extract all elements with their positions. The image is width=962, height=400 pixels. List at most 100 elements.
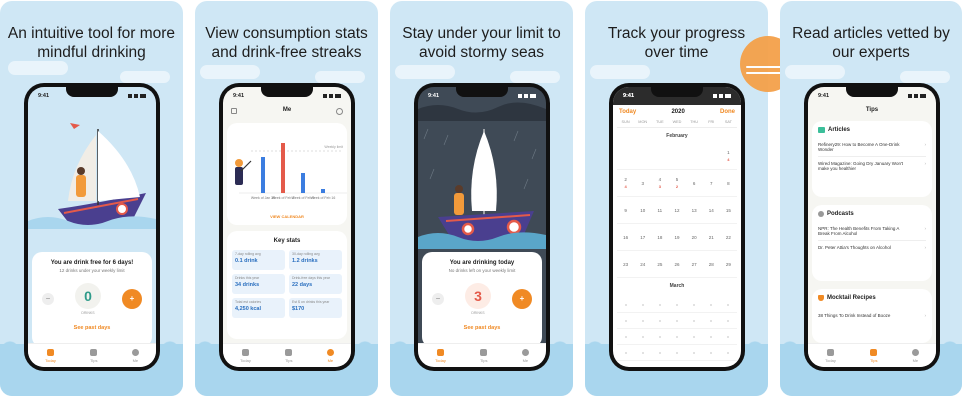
decrement-button[interactable]: − — [432, 293, 444, 305]
card-headline: View consumption stats and drink-free st… — [205, 25, 368, 61]
calendar-day[interactable]: 7 — [703, 172, 720, 194]
stats-grid: 7-day rolling avg 0.1 drink 30-day rolli… — [232, 250, 342, 318]
calendar-day-placeholder — [710, 351, 713, 354]
calendar-day[interactable]: 14 — [720, 145, 737, 167]
calendar-day[interactable]: 10 — [634, 199, 651, 221]
calendar-day-placeholder — [675, 303, 678, 306]
tab-label: Me — [522, 357, 529, 363]
day-number: 22 — [725, 234, 731, 240]
calendar-day[interactable]: 27 — [686, 253, 703, 275]
tip-list-item[interactable]: Dr. Peter Attia's Thoughts on Alcohol › — [818, 241, 926, 254]
calendar-day[interactable]: 28 — [703, 253, 720, 275]
tab-label: Tips — [285, 357, 293, 363]
calendar-day[interactable]: 19 — [668, 226, 685, 248]
tab-label: Me — [327, 357, 334, 363]
calendar-day[interactable]: 25 — [651, 253, 668, 275]
weekday-label: THU — [690, 120, 699, 124]
stat-value: $170 — [292, 306, 305, 312]
section-header: Podcasts — [818, 211, 932, 217]
today-panel: You are drinking today No drinks left on… — [422, 252, 542, 347]
calendar-day[interactable]: 13 — [686, 199, 703, 221]
done-button[interactable]: Done — [720, 109, 735, 115]
tab-tips[interactable]: Tips — [285, 348, 293, 363]
calendar-day — [686, 145, 703, 167]
tip-list-item[interactable]: Wired Magazine: Going Dry January Won't … — [818, 157, 926, 175]
today-screen: 9:41 You are drink free for 6 days! 12 d… — [28, 87, 156, 367]
calendar-day-placeholder — [658, 303, 661, 306]
cloud — [900, 71, 950, 83]
calendar-day[interactable]: 16 — [617, 226, 634, 248]
calendar-day[interactable]: 43 — [651, 172, 668, 194]
calendar-day[interactable]: 26 — [668, 253, 685, 275]
calendar-day[interactable]: 6 — [686, 172, 703, 194]
see-past-days-link[interactable]: See past days — [422, 325, 542, 331]
calendar-day[interactable]: 24 — [634, 253, 651, 275]
week-label: Week of Feb 16 — [311, 196, 336, 200]
weekday-label: FRI — [708, 120, 715, 124]
calendar-day[interactable]: 21 — [703, 226, 720, 248]
screen-title: Me — [282, 107, 292, 113]
day-number: 21 — [708, 234, 714, 240]
tab-tips[interactable]: Tips — [480, 348, 488, 363]
tab-tips[interactable]: Tips — [90, 348, 98, 363]
section-title: Mocktail Recipes — [827, 295, 876, 301]
tip-title: Wired Magazine: Going Dry January Won't … — [818, 161, 904, 171]
articles-icon — [818, 127, 825, 133]
stat-value: 4,250 kcal — [235, 306, 261, 312]
stormy-sailboat-illustration — [418, 102, 546, 249]
gear-icon[interactable] — [336, 108, 343, 115]
day-number: 4 — [658, 177, 662, 182]
tab-today[interactable]: Today — [435, 348, 446, 363]
calendar-day[interactable]: 52 — [668, 172, 685, 194]
calendar-day[interactable]: 23 — [617, 253, 634, 275]
calendar-day[interactable]: 20 — [686, 226, 703, 248]
tab-label: Me — [912, 357, 919, 363]
calendar-day-placeholder — [624, 351, 627, 354]
tab-today[interactable]: Today — [240, 348, 251, 363]
book-icon — [480, 348, 488, 356]
calendar-day[interactable]: 11 — [651, 199, 668, 221]
key-stats-title: Key stats — [273, 238, 301, 244]
person-icon — [131, 348, 139, 356]
calendar-week-row: 2434352678 — [617, 170, 737, 197]
calendar-day[interactable]: 18 — [651, 226, 668, 248]
calendar-day[interactable]: 22 — [720, 226, 737, 248]
today-button[interactable]: Today — [619, 109, 636, 115]
view-calendar-link[interactable]: VIEW CALENDAR — [227, 214, 347, 219]
tab-tips[interactable]: Tips — [870, 348, 878, 363]
tab-me[interactable]: Me — [911, 348, 919, 363]
calendar-day[interactable]: 14 — [703, 199, 720, 221]
tip-list-item[interactable]: 38 Things To Drink Instead of Booze › — [818, 309, 926, 322]
see-past-days-link[interactable]: See past days — [32, 325, 152, 331]
add-drink-button[interactable]: + — [122, 289, 142, 309]
february-grid: 1 4 2 4 3 4 3 5 2 6 7 8 9 10 11 12 13 14 15 16 17 18 19 20 21 22 2… — [617, 143, 737, 278]
drink-count-mark: 3 — [658, 184, 661, 189]
calendar-day[interactable]: 17 — [634, 226, 651, 248]
calendar-day[interactable]: 12 — [668, 199, 685, 221]
tab-me[interactable]: Me — [326, 348, 334, 363]
add-drink-button[interactable]: + — [512, 289, 532, 309]
tab-me[interactable]: Me — [131, 348, 139, 363]
tab-me[interactable]: Me — [521, 348, 529, 363]
stat-value: 22 days — [292, 282, 313, 288]
decrement-button[interactable]: − — [42, 293, 54, 305]
limit-label: Weekly limit — [324, 145, 343, 149]
calendar-day-placeholder — [641, 303, 644, 306]
calendar-day[interactable]: 3 — [634, 172, 651, 194]
tab-today[interactable]: Today — [45, 348, 56, 363]
tip-list-item[interactable]: Refinery29: How to Become A One-Drink Wo… — [818, 138, 926, 157]
card-expert-articles: Read articles vetted by our experts 9:41… — [780, 1, 962, 396]
tab-label: Today — [825, 357, 836, 363]
podcasts-section: Podcasts NPR: The Health Benefits From T… — [812, 205, 932, 281]
calendar-day-placeholder — [727, 303, 730, 306]
weekday-label: WED — [672, 120, 682, 124]
chart-bar — [321, 189, 325, 193]
calendar-day[interactable]: 8 — [720, 172, 737, 194]
day-number: 14 — [708, 207, 714, 213]
calendar-day[interactable]: 29 — [720, 253, 737, 275]
calendar-day[interactable]: 24 — [617, 172, 634, 194]
tab-today[interactable]: Today — [825, 348, 836, 363]
tip-list-item[interactable]: NPR: The Health Benefits From Taking A B… — [818, 222, 926, 241]
calendar-day[interactable]: 9 — [617, 199, 634, 221]
calendar-day[interactable]: 15 — [720, 199, 737, 221]
